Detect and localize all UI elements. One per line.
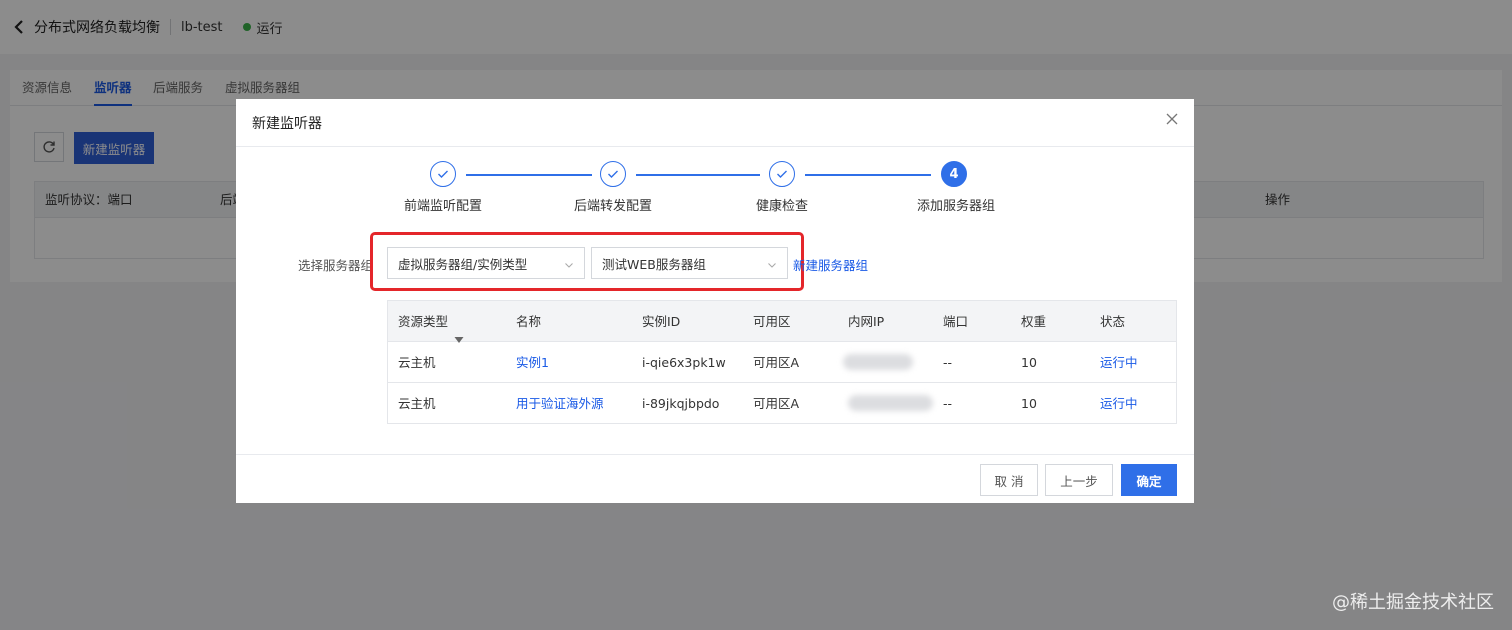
stepper: 4 前端监听配置 后端转发配置 健康检查 添加服务器组	[236, 161, 1194, 221]
cell-port: --	[943, 396, 953, 411]
confirm-button[interactable]: 确定	[1121, 464, 1177, 496]
cell-instance-name-link[interactable]: 实例1	[516, 342, 549, 383]
step-label-health-check: 健康检查	[755, 199, 809, 214]
step-connector	[805, 174, 931, 176]
column-resource-type[interactable]: 资源类型	[398, 301, 464, 343]
cancel-button[interactable]: 取 消	[980, 464, 1038, 496]
server-table-header: 资源类型 名称 实例ID 可用区 内网IP 端口 权重 状态	[388, 301, 1176, 343]
step-label-frontend: 前端监听配置	[403, 199, 483, 214]
column-weight: 权重	[1021, 314, 1047, 329]
column-resource-type-label: 资源类型	[398, 314, 449, 329]
column-zone: 可用区	[753, 314, 791, 329]
cell-zone: 可用区A	[753, 355, 800, 370]
step-4-number: 4	[941, 161, 967, 187]
cell-weight: 10	[1021, 396, 1037, 411]
new-server-group-link[interactable]: 新建服务器组	[793, 255, 868, 274]
watermark: @稀土掘金技术社区	[1332, 592, 1494, 613]
cell-resource-type: 云主机	[398, 396, 436, 411]
server-group-label: 选择服务器组	[298, 258, 374, 273]
column-status: 状态	[1100, 314, 1126, 329]
dialog-title: 新建监听器	[252, 116, 322, 132]
new-listener-dialog: 新建监听器 4 前端监听配置 后端转发配置 健康检查 添加服务器组 选择服务器组…	[236, 99, 1194, 503]
server-table: 资源类型 名称 实例ID 可用区 内网IP 端口 权重 状态 云主机 实例1 i…	[387, 300, 1177, 424]
column-private-ip: 内网IP	[848, 314, 885, 329]
step-2-check-icon	[600, 161, 626, 187]
step-3-check-icon	[769, 161, 795, 187]
caret-down-icon	[454, 319, 464, 343]
step-connector	[466, 174, 592, 176]
cell-instance-id: i-89jkqjbpdo	[642, 396, 720, 411]
cell-private-ip-redacted	[848, 395, 933, 411]
column-instance-id: 实例ID	[642, 314, 681, 329]
step-1-check-icon	[430, 161, 456, 187]
column-port: 端口	[943, 314, 969, 329]
cell-resource-type: 云主机	[398, 355, 436, 370]
close-icon[interactable]	[1164, 111, 1180, 127]
cell-status[interactable]: 运行中	[1100, 342, 1138, 383]
table-row: 云主机 用于验证海外源 i-89jkqjbpdo 可用区A -- 10 运行中	[388, 383, 1176, 424]
dialog-footer: 取 消 上一步 确定	[236, 454, 1194, 503]
step-label-add-server-group: 添加服务器组	[916, 199, 996, 214]
cell-instance-name-link[interactable]: 用于验证海外源	[516, 383, 604, 424]
previous-step-button[interactable]: 上一步	[1045, 464, 1113, 496]
step-connector	[636, 174, 760, 176]
highlight-box	[370, 232, 804, 291]
cell-status[interactable]: 运行中	[1100, 383, 1138, 424]
dialog-header: 新建监听器	[236, 99, 1194, 147]
step-label-backend: 后端转发配置	[573, 199, 653, 214]
cell-port: --	[943, 355, 953, 370]
column-name: 名称	[516, 314, 542, 329]
table-row: 云主机 实例1 i-qie6x3pk1w 可用区A -- 10 运行中	[388, 342, 1176, 383]
cell-instance-id: i-qie6x3pk1w	[642, 355, 726, 370]
cell-weight: 10	[1021, 355, 1037, 370]
cell-zone: 可用区A	[753, 396, 800, 411]
cell-private-ip-redacted	[843, 354, 913, 370]
